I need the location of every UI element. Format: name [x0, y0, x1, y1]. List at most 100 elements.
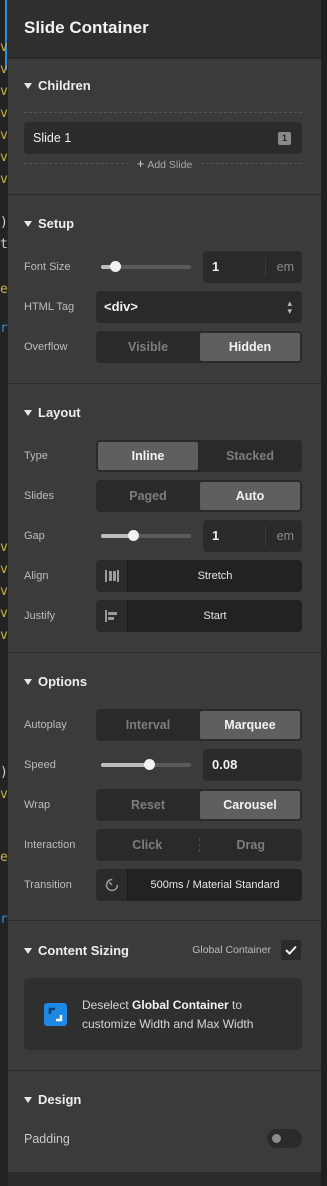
autoplay-label: Autoplay: [24, 719, 67, 731]
align-stretch-icon: [96, 560, 128, 592]
editor-background-strip: v v v v v v v ) t e r v v v v v ) v e r: [0, 0, 8, 1186]
divider: [198, 838, 200, 852]
design-section-title: Design: [38, 1092, 82, 1107]
justify-start-icon: [96, 600, 128, 632]
slide-index-badge: 1: [278, 132, 291, 145]
panel-header: Slide Container: [8, 0, 321, 58]
options-section-header[interactable]: Options: [24, 674, 87, 689]
gap-value: 1: [212, 528, 220, 543]
type-label: Type: [24, 450, 48, 462]
gap-label: Gap: [24, 530, 45, 542]
content-sizing-notice: Deselect Global Container to customize W…: [24, 978, 302, 1050]
type-option-stacked[interactable]: Stacked: [200, 442, 300, 470]
add-slide-button[interactable]: + Add Slide: [8, 156, 321, 171]
slide-container-settings-panel: Slide Container Children Slide 1 1 + Add …: [8, 0, 321, 1172]
autoplay-option-interval[interactable]: Interval: [98, 711, 198, 739]
font-size-unit[interactable]: em: [277, 260, 294, 274]
gap-unit[interactable]: em: [277, 529, 294, 543]
autoplay-option-marquee[interactable]: Marquee: [200, 711, 300, 739]
justify-label: Justify: [24, 610, 56, 622]
layout-section-header[interactable]: Layout: [24, 405, 81, 420]
slider-knob[interactable]: [144, 759, 155, 770]
speed-label: Speed: [24, 759, 56, 771]
divider: [24, 112, 302, 113]
speed-value: 0.08: [212, 757, 238, 772]
slides-option-paged[interactable]: Paged: [98, 482, 198, 510]
html-tag-value: <div>: [104, 299, 138, 314]
slides-toggle: Paged Auto: [96, 480, 302, 512]
toggle-knob: [272, 1134, 281, 1143]
slider-fill: [101, 763, 149, 767]
slide-item-label: Slide 1: [33, 131, 72, 145]
font-size-slider[interactable]: [101, 261, 191, 272]
checkmark-icon: [285, 945, 297, 955]
plus-icon: +: [136, 156, 145, 171]
design-section-header[interactable]: Design: [24, 1092, 81, 1107]
html-tag-select[interactable]: <div> ▴ ▾: [96, 291, 302, 323]
justify-value: Start: [203, 610, 227, 622]
input-separator: [265, 526, 266, 546]
autoplay-toggle: Interval Marquee: [96, 709, 302, 741]
slider-knob[interactable]: [110, 261, 121, 272]
chevron-updown-icon: ▴ ▾: [287, 298, 292, 316]
gap-slider[interactable]: [101, 530, 191, 541]
setup-section-header[interactable]: Setup: [24, 216, 74, 231]
content-sizing-section-title: Content Sizing: [38, 943, 129, 958]
panel-bottom-edge: [8, 1172, 321, 1186]
overflow-toggle: Visible Hidden: [96, 331, 302, 363]
panel-right-edge: [321, 0, 327, 1186]
align-value: Stretch: [197, 570, 233, 582]
slides-option-auto[interactable]: Auto: [200, 482, 300, 510]
html-tag-label: HTML Tag: [24, 301, 75, 313]
font-size-label: Font Size: [24, 261, 71, 273]
children-section-title: Children: [38, 78, 91, 93]
children-section-header[interactable]: Children: [24, 78, 91, 93]
padding-label: Padding: [24, 1132, 70, 1146]
timer-icon: [96, 869, 128, 901]
interaction-option-click[interactable]: Click: [98, 831, 197, 859]
caret-down-icon: [24, 947, 32, 954]
speed-input[interactable]: 0.08: [203, 749, 302, 781]
wrap-toggle: Reset Carousel: [96, 789, 302, 821]
global-container-checkbox[interactable]: [281, 940, 301, 960]
transition-label: Transition: [24, 879, 72, 891]
overflow-option-hidden[interactable]: Hidden: [200, 333, 300, 361]
gap-input[interactable]: 1 em: [203, 520, 302, 552]
interaction-option-drag[interactable]: Drag: [202, 831, 301, 859]
overflow-label: Overflow: [24, 341, 68, 353]
overflow-option-visible[interactable]: Visible: [98, 333, 198, 361]
caret-down-icon: [24, 678, 32, 685]
speed-slider[interactable]: [101, 759, 191, 770]
interaction-label: Interaction: [24, 839, 76, 851]
slider-knob[interactable]: [128, 530, 139, 541]
transition-select[interactable]: 500ms / Material Standard: [96, 869, 302, 901]
caret-down-icon: [24, 82, 32, 89]
type-option-inline[interactable]: Inline: [98, 442, 198, 470]
global-container-label: Global Container: [192, 944, 271, 956]
justify-select[interactable]: Start: [96, 600, 302, 632]
align-label: Align: [24, 570, 49, 582]
layout-section-title: Layout: [38, 405, 81, 420]
font-size-value: 1: [212, 259, 220, 274]
resize-icon: [44, 1003, 67, 1026]
wrap-label: Wrap: [24, 799, 51, 811]
type-toggle: Inline Stacked: [96, 440, 302, 472]
wrap-option-reset[interactable]: Reset: [98, 791, 198, 819]
setup-section-title: Setup: [38, 216, 75, 231]
caret-down-icon: [24, 220, 32, 227]
slide-list-item[interactable]: Slide 1 1: [24, 122, 302, 154]
padding-toggle[interactable]: [267, 1129, 302, 1148]
align-select[interactable]: Stretch: [96, 560, 302, 592]
panel-title: Slide Container: [24, 18, 149, 37]
notice-bold: Global Container: [132, 998, 229, 1012]
notice-text: Deselect Global Container to customize W…: [82, 996, 292, 1034]
input-separator: [265, 257, 266, 277]
add-slide-label: Add Slide: [147, 159, 193, 171]
font-size-input[interactable]: 1 em: [203, 251, 302, 283]
notice-prefix: Deselect: [82, 998, 133, 1012]
options-section-title: Options: [38, 674, 88, 689]
content-sizing-section-header[interactable]: Content Sizing: [24, 943, 129, 958]
design-section: Design Padding: [8, 1070, 321, 1172]
wrap-option-carousel[interactable]: Carousel: [200, 791, 300, 819]
caret-down-icon: [24, 1096, 32, 1103]
